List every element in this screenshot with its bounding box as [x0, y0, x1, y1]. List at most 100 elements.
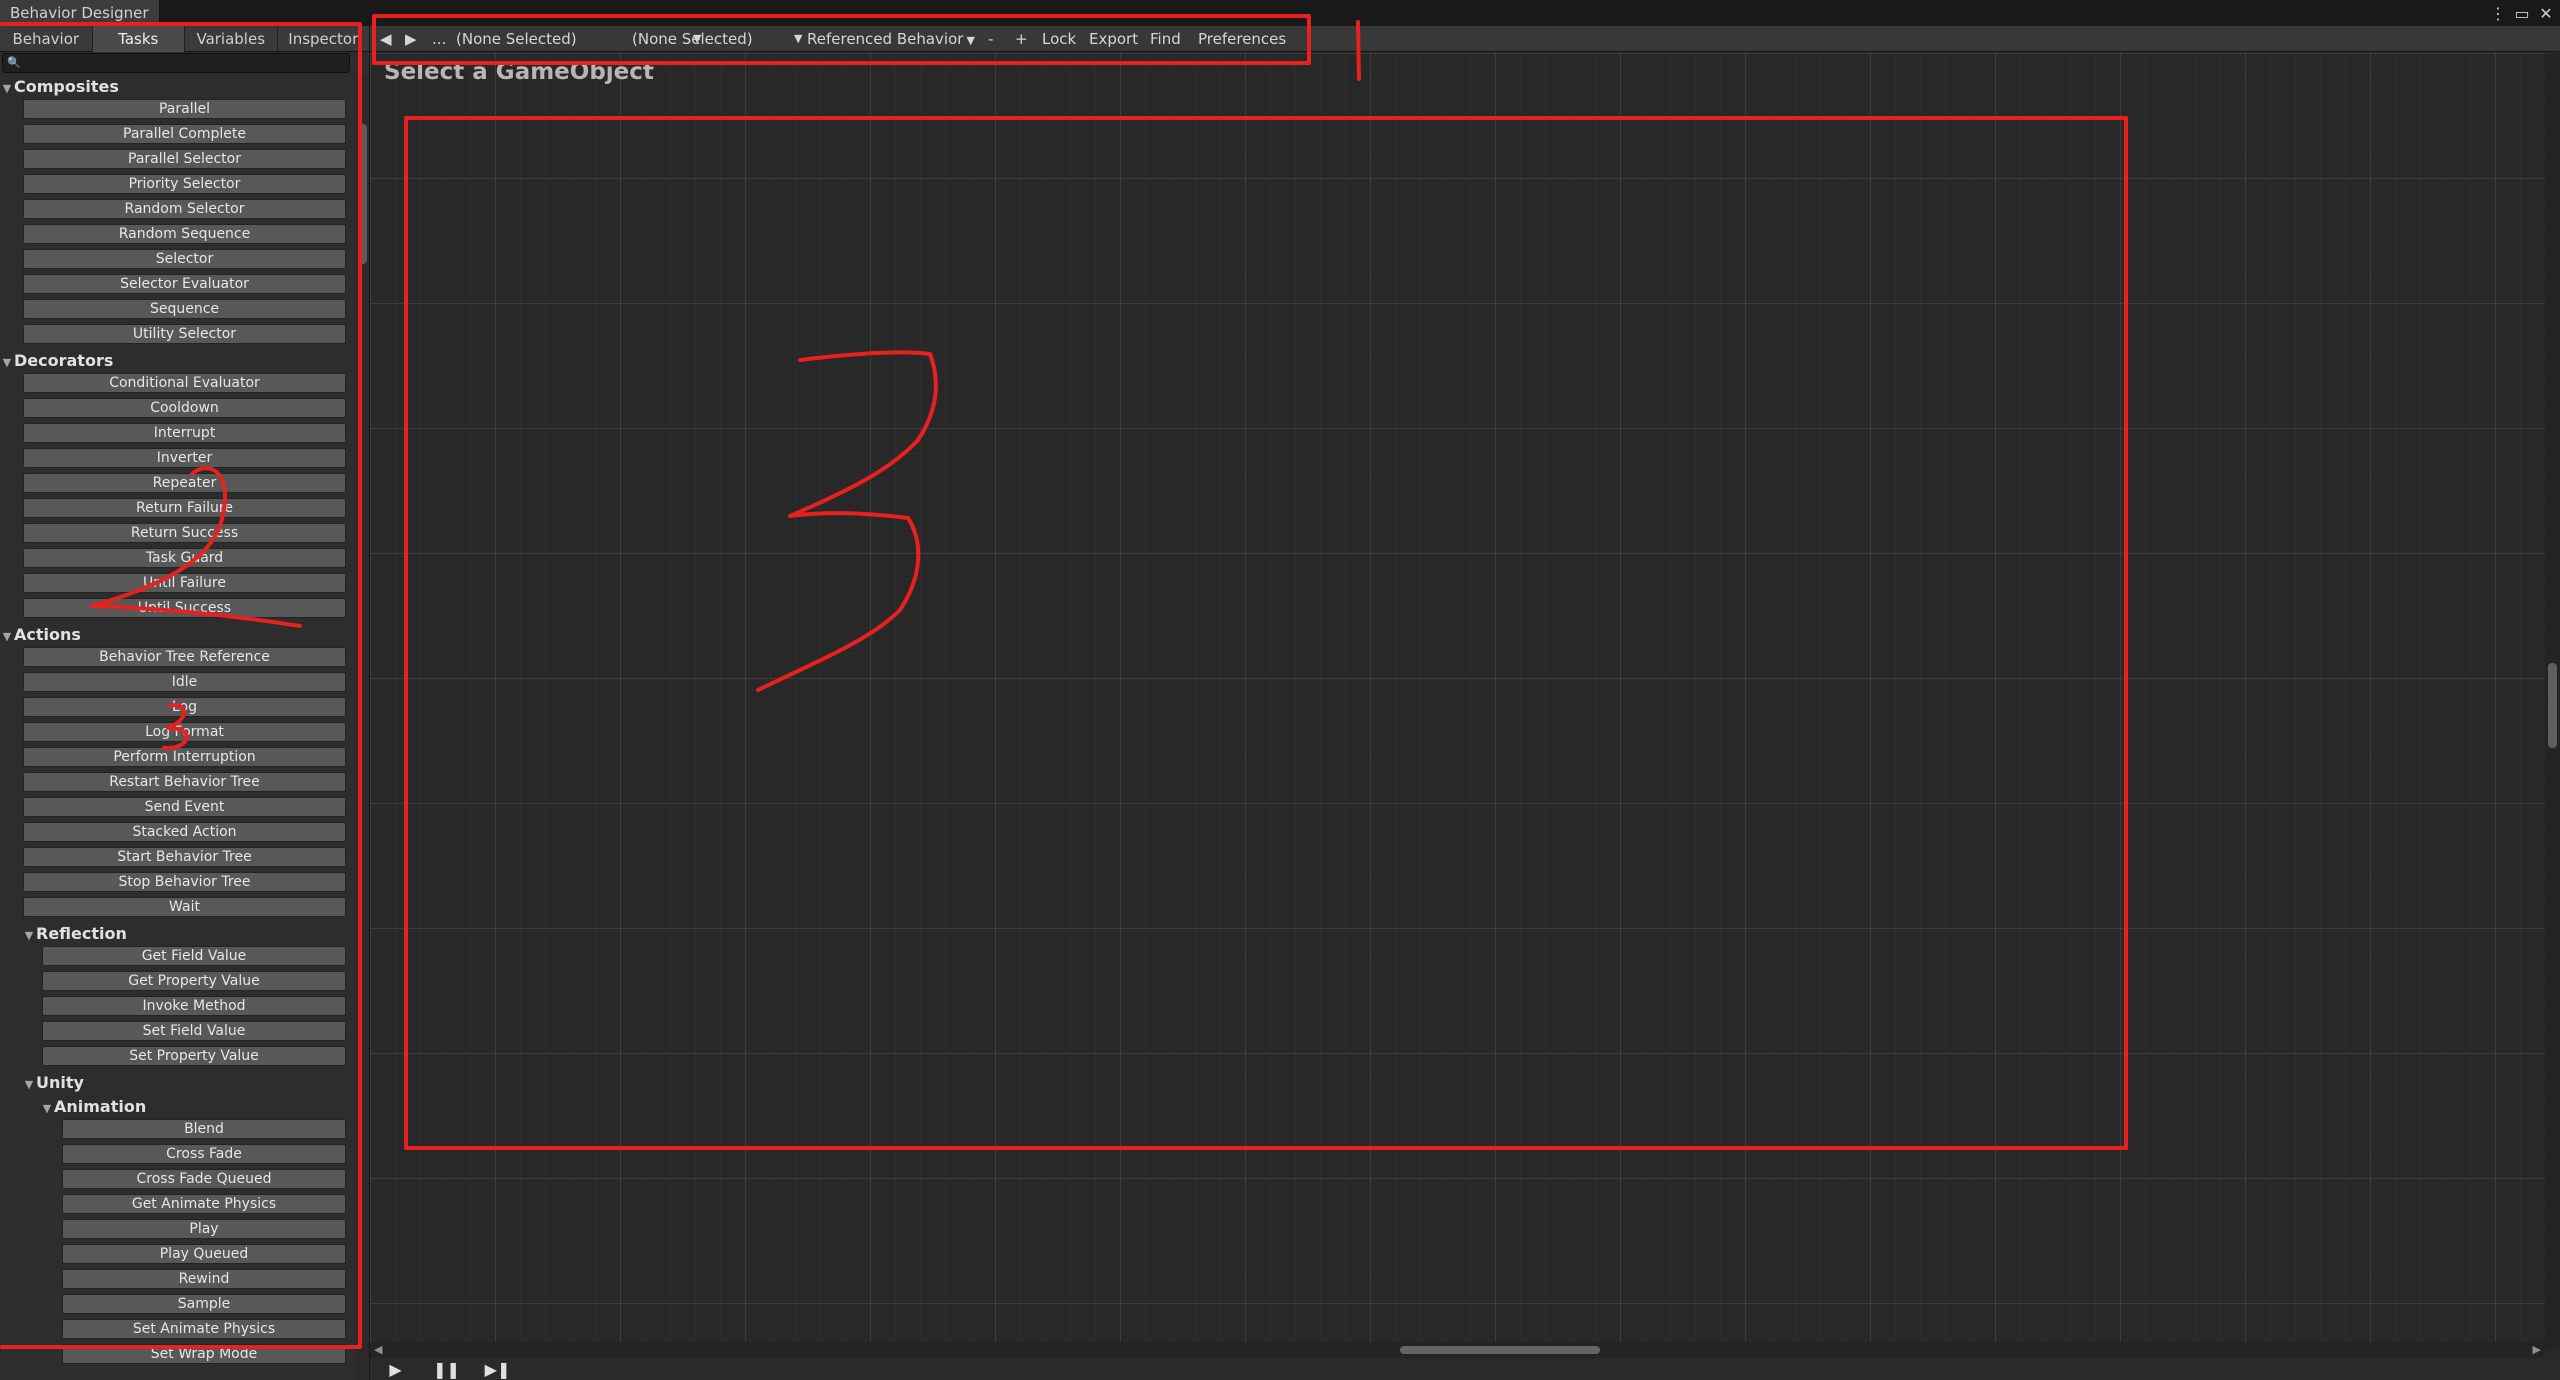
task-button[interactable]: Cross Fade — [62, 1144, 346, 1164]
task-button[interactable]: Interrupt — [23, 423, 346, 443]
collapse-triangle-icon[interactable]: ▼ — [40, 1097, 54, 1121]
scrollbar-thumb[interactable] — [359, 124, 367, 264]
task-button[interactable]: Set Property Value — [42, 1046, 346, 1066]
task-list-scrollbar[interactable] — [356, 75, 369, 1380]
task-button[interactable]: Cross Fade Queued — [62, 1169, 346, 1189]
task-button[interactable]: Priority Selector — [23, 174, 346, 194]
gameobject-dropdown[interactable]: (None Selected) ▼ — [456, 26, 701, 52]
dropdown-arrow-icon: ▼ — [966, 34, 975, 47]
close-icon[interactable]: ✕ — [2538, 4, 2554, 23]
task-button[interactable]: Restart Behavior Tree — [23, 772, 346, 792]
scroll-right-icon[interactable]: ▶ — [2533, 1342, 2541, 1358]
task-button[interactable]: Wait — [23, 897, 346, 917]
scrollbar-thumb[interactable] — [1400, 1346, 1600, 1354]
group-actions: ▼ Actions Behavior Tree Reference Idle Log L… — [0, 623, 356, 917]
task-button[interactable]: Start Behavior Tree — [23, 847, 346, 867]
tab-behavior[interactable]: Behavior — [0, 26, 93, 52]
task-button[interactable]: Cooldown — [23, 398, 346, 418]
task-button[interactable]: Behavior Tree Reference — [23, 647, 346, 667]
task-button[interactable]: Random Selector — [23, 199, 346, 219]
task-button[interactable]: Selector Evaluator — [23, 274, 346, 294]
group-header-actions[interactable]: ▼ Actions — [0, 623, 356, 647]
remove-button[interactable]: - — [988, 26, 993, 52]
task-button[interactable]: Log — [23, 697, 346, 717]
tab-variables[interactable]: Variables — [185, 26, 278, 52]
task-button[interactable]: Rewind — [62, 1269, 346, 1289]
menu-icon[interactable]: ⋮ — [2490, 4, 2506, 23]
group-label: Composites — [14, 77, 119, 96]
group-composites: ▼ Composites Parallel Parallel Complete Par… — [0, 75, 356, 344]
task-button[interactable]: Invoke Method — [42, 996, 346, 1016]
referenced-behavior-dropdown[interactable]: Referenced Behavior ▼ — [807, 26, 975, 52]
behavior-dropdown[interactable]: (None Selected) ▼ — [632, 26, 802, 52]
group-header-animation[interactable]: ▼ Animation — [0, 1095, 356, 1119]
group-header-unity[interactable]: ▼ Unity — [0, 1071, 356, 1095]
group-header-composites[interactable]: ▼ Composites — [0, 75, 356, 99]
collapse-triangle-icon[interactable]: ▼ — [0, 351, 14, 375]
group-header-reflection[interactable]: ▼ Reflection — [0, 922, 356, 946]
task-button[interactable]: Send Event — [23, 797, 346, 817]
back-arrow-icon[interactable]: ◀ — [380, 26, 392, 52]
group-label: Decorators — [14, 351, 114, 370]
play-icon[interactable]: ▶ — [370, 1360, 421, 1379]
graph-canvas[interactable]: Select a GameObject — [370, 53, 2560, 1350]
window-controls: ⋮ ▭ ✕ — [2490, 2, 2554, 24]
task-button[interactable]: Until Failure — [23, 573, 346, 593]
task-search-input[interactable]: 🔍 — [2, 53, 350, 73]
task-button[interactable]: Stacked Action — [23, 822, 346, 842]
scroll-left-icon[interactable]: ◀ — [374, 1342, 382, 1358]
lock-button[interactable]: Lock — [1042, 26, 1076, 52]
forward-arrow-icon[interactable]: ▶ — [405, 26, 417, 52]
canvas-vertical-scrollbar[interactable] — [2545, 53, 2560, 1350]
scrollbar-thumb[interactable] — [2548, 663, 2557, 748]
task-button[interactable]: Blend — [62, 1119, 346, 1139]
task-button[interactable]: Sample — [62, 1294, 346, 1314]
collapse-triangle-icon[interactable]: ▼ — [0, 77, 14, 101]
tab-inspector[interactable]: Inspector — [278, 26, 370, 52]
task-button[interactable]: Random Sequence — [23, 224, 346, 244]
collapse-triangle-icon[interactable]: ▼ — [0, 625, 14, 649]
task-button[interactable]: Parallel Complete — [23, 124, 346, 144]
task-button[interactable]: Log Format — [23, 722, 346, 742]
preferences-button[interactable]: Preferences — [1198, 26, 1286, 52]
task-button[interactable]: Selector — [23, 249, 346, 269]
panel-tabs: Behavior Tasks Variables Inspector — [0, 26, 370, 52]
task-button[interactable]: Play — [62, 1219, 346, 1239]
group-header-decorators[interactable]: ▼ Decorators — [0, 349, 356, 373]
window-title-tab[interactable]: Behavior Designer — [0, 0, 160, 26]
task-button[interactable]: Play Queued — [62, 1244, 346, 1264]
task-button[interactable]: Parallel Selector — [23, 149, 346, 169]
collapse-triangle-icon[interactable]: ▼ — [22, 924, 36, 948]
task-button[interactable]: Task Guard — [23, 548, 346, 568]
task-button[interactable]: Stop Behavior Tree — [23, 872, 346, 892]
task-button[interactable]: Get Field Value — [42, 946, 346, 966]
export-button[interactable]: Export — [1089, 26, 1138, 52]
task-button[interactable]: Parallel — [23, 99, 346, 119]
task-button[interactable]: Return Success — [23, 523, 346, 543]
maximize-icon[interactable]: ▭ — [2514, 4, 2530, 23]
pause-icon[interactable]: ❚❚ — [421, 1360, 472, 1379]
collapse-triangle-icon[interactable]: ▼ — [22, 1073, 36, 1097]
group-decorators: ▼ Decorators Conditional Evaluator Cooldow… — [0, 349, 356, 618]
find-button[interactable]: Find — [1150, 26, 1181, 52]
tab-tasks[interactable]: Tasks — [92, 26, 185, 52]
task-button[interactable]: Repeater — [23, 473, 346, 493]
task-button[interactable]: Conditional Evaluator — [23, 373, 346, 393]
task-button[interactable]: Set Field Value — [42, 1021, 346, 1041]
task-button[interactable]: Set Animate Physics — [62, 1319, 346, 1339]
task-button[interactable]: Perform Interruption — [23, 747, 346, 767]
task-button[interactable]: Set Wrap Mode — [62, 1344, 346, 1364]
task-button[interactable]: Get Animate Physics — [62, 1194, 346, 1214]
task-button[interactable]: Sequence — [23, 299, 346, 319]
task-button[interactable]: Get Property Value — [42, 971, 346, 991]
task-button[interactable]: Utility Selector — [23, 324, 346, 344]
task-button[interactable]: Until Success — [23, 598, 346, 618]
add-button[interactable]: + — [1015, 26, 1028, 52]
title-bar: Behavior Designer ⋮ ▭ ✕ — [0, 0, 2560, 26]
task-button[interactable]: Inverter — [23, 448, 346, 468]
canvas-horizontal-scrollbar[interactable]: ◀ ▶ — [370, 1342, 2545, 1358]
task-button[interactable]: Return Failure — [23, 498, 346, 518]
more-button[interactable]: ... — [432, 26, 446, 52]
step-icon[interactable]: ▶❚ — [472, 1360, 523, 1379]
task-button[interactable]: Idle — [23, 672, 346, 692]
